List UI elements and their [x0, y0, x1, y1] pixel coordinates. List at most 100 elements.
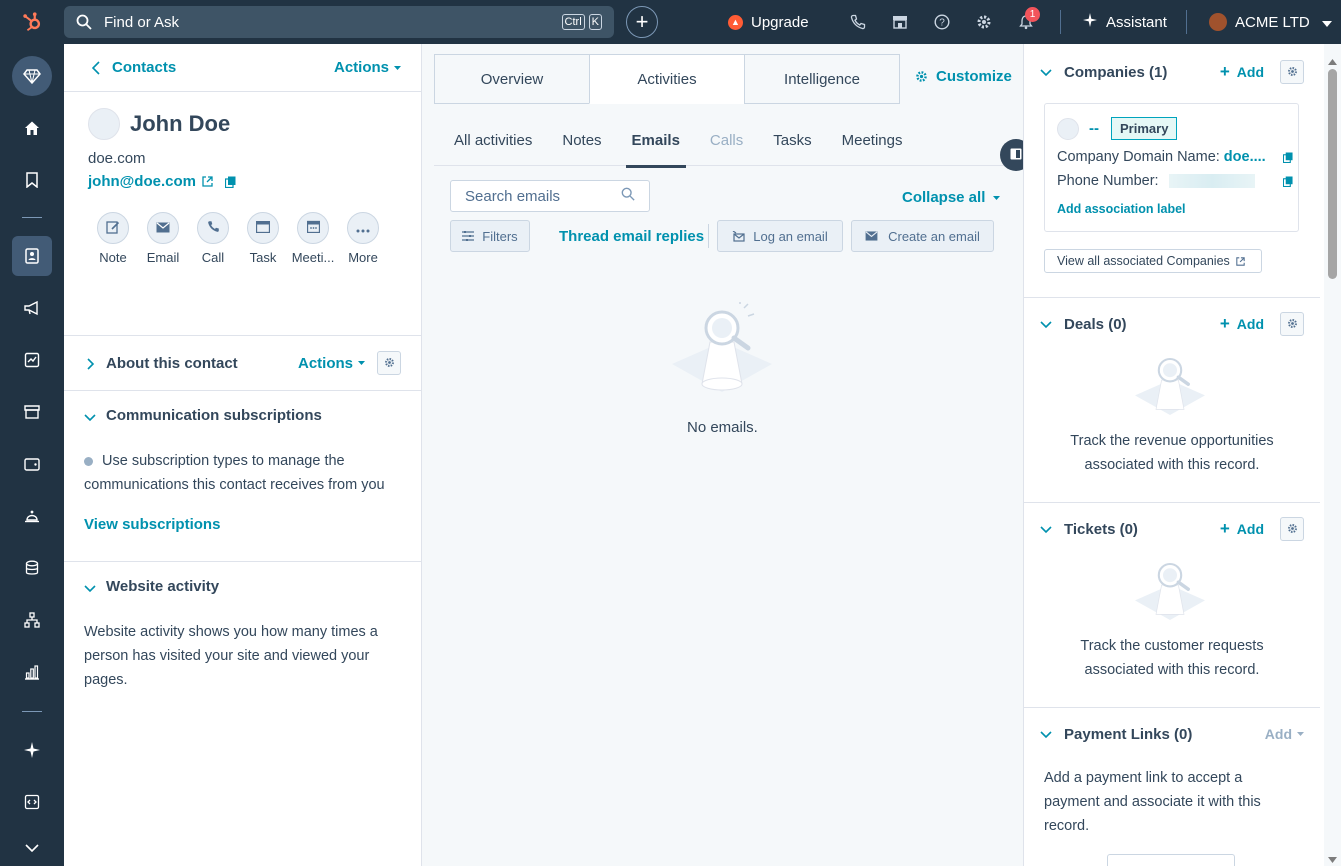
contact-email-link[interactable]: john@doe.com	[88, 173, 196, 190]
add-company-button[interactable]: + Add	[1220, 62, 1264, 82]
subtab-tasks[interactable]: Tasks	[753, 126, 821, 166]
chevron-down-icon[interactable]	[12, 828, 52, 866]
chevron-down-icon[interactable]	[84, 581, 96, 593]
filters-button[interactable]: Filters	[450, 220, 530, 252]
add-payment-link-dropdown[interactable]: Add	[1265, 726, 1304, 742]
add-ticket-button[interactable]: + Add	[1220, 519, 1264, 539]
copy-icon[interactable]	[224, 176, 236, 188]
empty-state-illustration	[1130, 557, 1210, 627]
chevron-down-icon[interactable]	[84, 410, 96, 422]
commerce-icon[interactable]	[12, 392, 52, 432]
gear-icon	[384, 355, 395, 372]
domain-value-link[interactable]: doe....	[1224, 149, 1283, 165]
external-link-icon[interactable]	[202, 176, 213, 187]
email-action[interactable]: Email	[138, 212, 188, 265]
subtab-emails[interactable]: Emails	[612, 126, 690, 168]
subtab-notes[interactable]: Notes	[542, 126, 611, 166]
chevron-down-icon[interactable]	[1040, 66, 1052, 78]
reports-icon[interactable]	[12, 652, 52, 692]
view-all-companies-button[interactable]: View all associated Companies	[1044, 249, 1262, 273]
data-icon[interactable]	[12, 548, 52, 588]
customize-button[interactable]: Customize	[915, 68, 1012, 85]
code-icon[interactable]	[12, 782, 52, 822]
company-name-link[interactable]: --	[1089, 120, 1099, 137]
payment-links-title[interactable]: Payment Links (0)	[1064, 726, 1265, 743]
automation-icon[interactable]	[12, 600, 52, 640]
search-emails-input[interactable]: Search emails	[450, 180, 650, 212]
tab-overview[interactable]: Overview	[434, 54, 590, 104]
more-action[interactable]: More	[338, 212, 388, 265]
copy-icon[interactable]	[1283, 176, 1293, 187]
tickets-title[interactable]: Tickets (0)	[1064, 521, 1220, 538]
create-new-button[interactable]: +	[626, 6, 658, 38]
wallet-icon[interactable]	[12, 444, 52, 484]
scrollbar[interactable]	[1324, 44, 1341, 866]
sparkle-icon[interactable]	[12, 730, 52, 770]
tab-intelligence[interactable]: Intelligence	[744, 54, 900, 104]
help-icon[interactable]: ?	[932, 12, 952, 32]
view-subscriptions-link[interactable]: View subscriptions	[84, 516, 220, 533]
companies-title[interactable]: Companies (1)	[1064, 64, 1220, 81]
add-deal-button[interactable]: + Add	[1220, 314, 1264, 334]
upgrade-button[interactable]: ▲ Upgrade	[728, 10, 809, 34]
assistant-button[interactable]: Assistant	[1083, 10, 1167, 34]
call-action[interactable]: Call	[188, 212, 238, 265]
subtab-meetings[interactable]: Meetings	[822, 126, 913, 166]
diamond-icon[interactable]	[12, 56, 52, 96]
scroll-up-icon[interactable]	[1328, 52, 1337, 68]
copy-icon[interactable]	[1283, 152, 1293, 163]
chevron-down-icon[interactable]	[1040, 728, 1052, 740]
add-association-label-link[interactable]: Add association label	[1057, 202, 1186, 216]
chevron-right-icon[interactable]	[84, 357, 96, 370]
tab-activities[interactable]: Activities	[589, 54, 745, 104]
deals-title[interactable]: Deals (0)	[1064, 316, 1220, 333]
about-title[interactable]: About this contact	[106, 355, 298, 372]
meeting-action[interactable]: Meeti...	[288, 212, 338, 265]
create-payment-link-button[interactable]	[1107, 854, 1235, 866]
chevron-down-icon[interactable]	[1040, 523, 1052, 535]
record-tabs: Overview Activities Intelligence	[434, 54, 900, 104]
add-payment-link-label: Add	[1264, 726, 1292, 742]
settings-icon[interactable]	[974, 12, 994, 32]
companies-settings-button[interactable]	[1280, 60, 1304, 84]
actions-dropdown[interactable]: Actions	[334, 59, 389, 76]
task-action[interactable]: Task	[238, 212, 288, 265]
about-actions-dropdown[interactable]: Actions	[298, 355, 353, 372]
about-settings-button[interactable]	[377, 351, 401, 375]
scrollbar-thumb[interactable]	[1328, 69, 1337, 279]
website-text-line2: person has visited your site and viewed …	[84, 648, 370, 664]
subtab-all-activities[interactable]: All activities	[434, 126, 542, 166]
kbd-ctrl: Ctrl	[561, 14, 585, 30]
contacts-link[interactable]: Contacts	[112, 59, 334, 76]
subscriptions-text-line1: Use subscription types to manage the	[102, 453, 345, 469]
chevron-left-icon[interactable]	[92, 60, 100, 75]
sales-icon[interactable]	[12, 340, 52, 380]
scroll-down-icon[interactable]	[1328, 850, 1337, 866]
log-email-button[interactable]: Log an email	[717, 220, 843, 252]
contacts-icon[interactable]	[12, 236, 52, 276]
email-icon	[156, 220, 170, 236]
marketplace-icon[interactable]	[890, 12, 910, 32]
global-search-input[interactable]: Find or Ask Ctrl K	[64, 6, 614, 38]
activity-subtabs: All activities Notes Emails Calls Tasks …	[434, 126, 1011, 168]
note-action[interactable]: Note	[88, 212, 138, 265]
phone-icon[interactable]	[848, 12, 868, 32]
account-menu[interactable]: ACME LTD	[1209, 10, 1332, 34]
subscriptions-text-line2: communications this contact receives fro…	[84, 477, 385, 493]
deals-settings-button[interactable]	[1280, 312, 1304, 336]
bookmark-icon[interactable]	[12, 160, 52, 200]
create-email-button[interactable]: Create an email	[851, 220, 994, 252]
caret-down-icon	[358, 361, 365, 365]
collapse-all-dropdown[interactable]: Collapse all	[902, 189, 1000, 206]
chevron-down-icon[interactable]	[1040, 318, 1052, 330]
subscriptions-title[interactable]: Communication subscriptions	[106, 407, 322, 424]
megaphone-icon[interactable]	[12, 288, 52, 328]
subtab-calls[interactable]: Calls	[690, 126, 753, 166]
tickets-settings-button[interactable]	[1280, 517, 1304, 541]
thread-email-replies-toggle[interactable]: Thread email replies	[559, 228, 704, 245]
hubspot-logo[interactable]	[0, 0, 64, 44]
service-icon[interactable]	[12, 496, 52, 536]
home-icon[interactable]	[12, 108, 52, 148]
website-activity-title[interactable]: Website activity	[106, 578, 219, 595]
status-dot	[84, 456, 93, 466]
